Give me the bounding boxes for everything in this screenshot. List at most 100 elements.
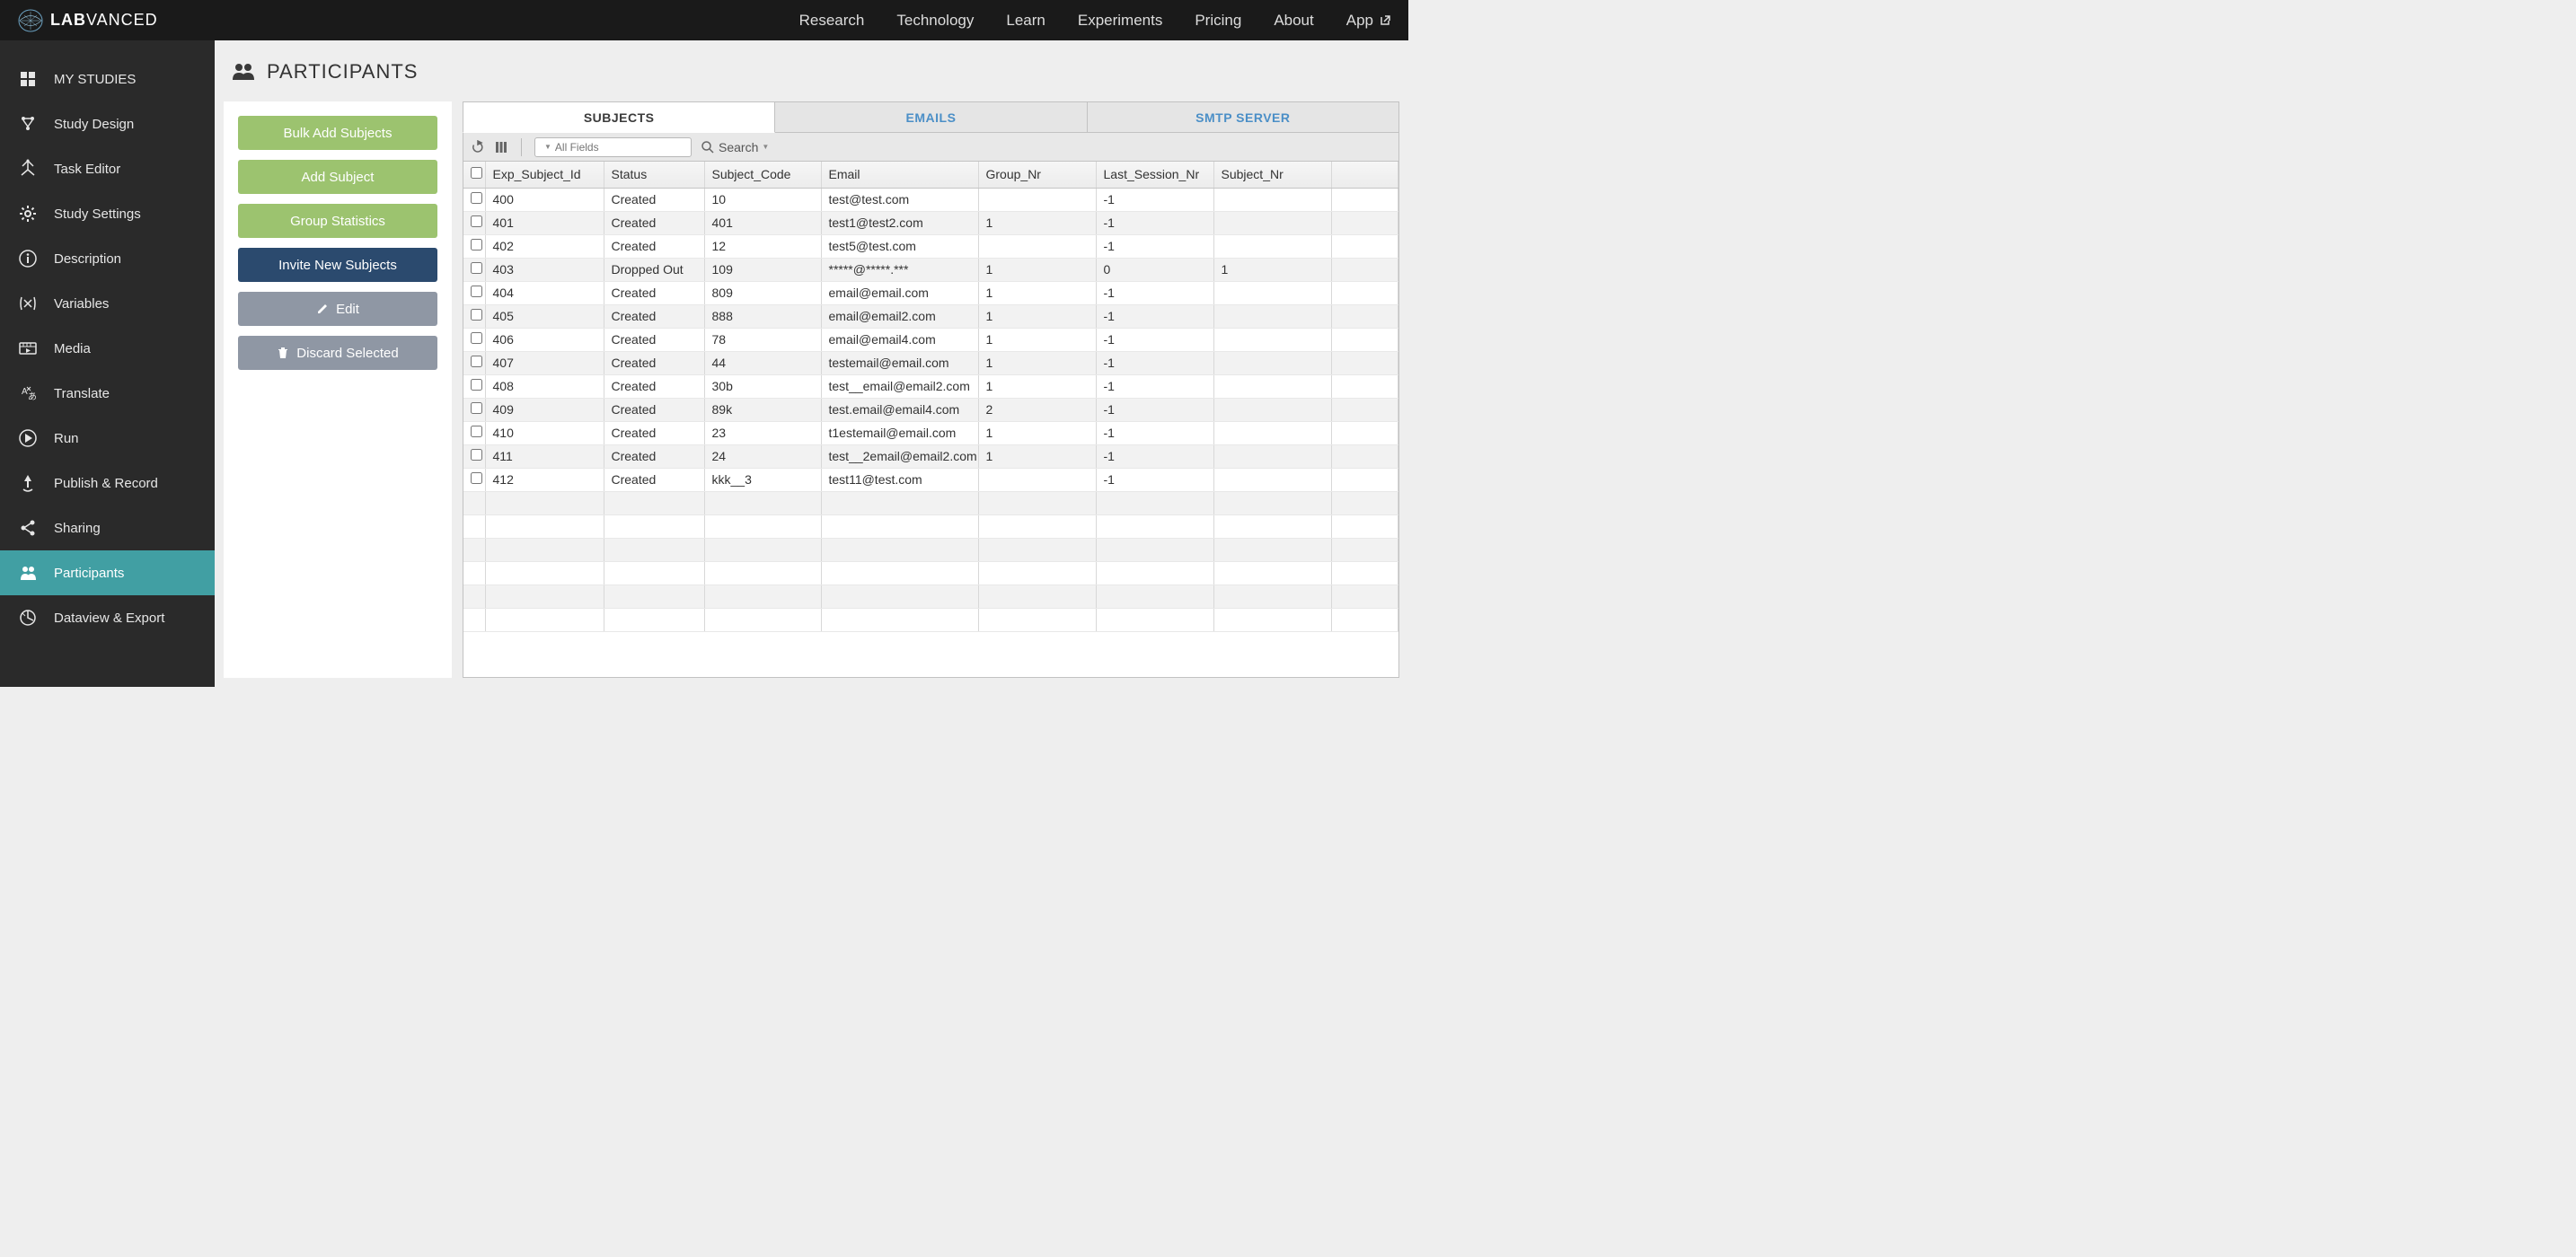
column-header[interactable]: Subject_Nr (1213, 162, 1331, 188)
columns-icon[interactable] (494, 140, 508, 154)
discard-selected-button[interactable]: Discard Selected (238, 336, 437, 370)
topnav-app[interactable]: App (1346, 12, 1390, 30)
subjects-grid[interactable]: Exp_Subject_IdStatusSubject_CodeEmailGro… (463, 162, 1399, 678)
sidebar-item-media[interactable]: Media (0, 326, 215, 371)
edit-button[interactable]: Edit (238, 292, 437, 326)
table-row[interactable]: 410Created23t1estemail@email.com1-1 (463, 421, 1398, 444)
logo[interactable]: LABVANCED (18, 9, 158, 32)
sidebar-item-description[interactable]: Description (0, 236, 215, 281)
cell-group: 1 (978, 211, 1096, 234)
tab-subjects[interactable]: SUBJECTS (463, 101, 775, 133)
invite-new-subjects-button[interactable]: Invite New Subjects (238, 248, 437, 282)
cell-email: test1@test2.com (821, 211, 978, 234)
topnav-research[interactable]: Research (799, 12, 865, 30)
row-checkbox[interactable] (471, 449, 482, 461)
cell-status: Created (604, 188, 704, 211)
sidebar-item-participants[interactable]: Participants (0, 550, 215, 595)
cell-status: Created (604, 304, 704, 328)
sidebar-item-study-design[interactable]: Study Design (0, 101, 215, 146)
row-checkbox[interactable] (471, 426, 482, 437)
sidebar-item-run[interactable]: Run (0, 416, 215, 461)
sidebar-item-label: Media (54, 341, 91, 356)
table-row[interactable]: 403Dropped Out109*****@*****.***101 (463, 258, 1398, 281)
search-box[interactable]: ▼ (534, 137, 692, 157)
cell-status: Created (604, 328, 704, 351)
sidebar-item-translate[interactable]: AあTranslate (0, 371, 215, 416)
trash-icon (277, 347, 289, 359)
table-row[interactable]: 400Created10test@test.com-1 (463, 188, 1398, 211)
add-subject-button[interactable]: Add Subject (238, 160, 437, 194)
topnav-experiments[interactable]: Experiments (1078, 12, 1162, 30)
row-checkbox[interactable] (471, 356, 482, 367)
cell-status: Created (604, 444, 704, 468)
cell-group (978, 468, 1096, 491)
table-row[interactable]: 407Created44testemail@email.com1-1 (463, 351, 1398, 374)
tab-smtp-server[interactable]: SMTP SERVER (1088, 101, 1399, 133)
sidebar-item-task-editor[interactable]: Task Editor (0, 146, 215, 191)
search-trigger[interactable]: Search ▼ (701, 140, 769, 154)
column-header[interactable]: Subject_Code (704, 162, 821, 188)
sidebar-item-study-settings[interactable]: Study Settings (0, 191, 215, 236)
table-toolbar: ▼ Search ▼ (463, 133, 1399, 162)
top-nav: Research Technology Learn Experiments Pricin… (799, 12, 1390, 30)
tab-emails[interactable]: EMAILS (775, 101, 1087, 133)
row-checkbox[interactable] (471, 192, 482, 204)
column-header[interactable]: Email (821, 162, 978, 188)
row-checkbox[interactable] (471, 262, 482, 274)
sidebar-item-label: Publish & Record (54, 476, 158, 491)
row-checkbox[interactable] (471, 379, 482, 391)
participants-icon (231, 62, 256, 82)
row-checkbox[interactable] (471, 239, 482, 251)
table-row[interactable]: 411Created24test__2email@email2.com1-1 (463, 444, 1398, 468)
cell-last: -1 (1096, 398, 1213, 421)
row-checkbox[interactable] (471, 286, 482, 297)
svg-text:A: A (22, 387, 28, 397)
table-row[interactable]: 401Created401test1@test2.com1-1 (463, 211, 1398, 234)
row-checkbox[interactable] (471, 332, 482, 344)
table-row[interactable]: 406Created78email@email4.com1-1 (463, 328, 1398, 351)
cell-code: 12 (704, 234, 821, 258)
row-checkbox[interactable] (471, 215, 482, 227)
sidebar-item-label: Variables (54, 296, 109, 312)
topnav-technology[interactable]: Technology (896, 12, 974, 30)
cell-subjnr (1213, 468, 1331, 491)
column-header[interactable]: Last_Session_Nr (1096, 162, 1213, 188)
page-header: PARTICIPANTS (215, 40, 1408, 101)
row-checkbox[interactable] (471, 472, 482, 484)
column-header[interactable]: Status (604, 162, 704, 188)
cell-last: -1 (1096, 234, 1213, 258)
row-checkbox[interactable] (471, 309, 482, 321)
table-row[interactable]: 402Created12test5@test.com-1 (463, 234, 1398, 258)
topnav-pricing[interactable]: Pricing (1195, 12, 1241, 30)
cell-code: kkk__3 (704, 468, 821, 491)
table-row[interactable]: 405Created888email@email2.com1-1 (463, 304, 1398, 328)
sidebar-item-sharing[interactable]: Sharing (0, 505, 215, 550)
table-row-empty (463, 514, 1398, 538)
cell-group (978, 234, 1096, 258)
search-icon (701, 140, 715, 154)
table-row[interactable]: 408Created30btest__email@email2.com1-1 (463, 374, 1398, 398)
sidebar-item-my-studies[interactable]: MY STUDIES (0, 57, 215, 101)
sidebar-item-dataview-export[interactable]: Dataview & Export (0, 595, 215, 640)
cell-id: 400 (485, 188, 604, 211)
table-row[interactable]: 412Createdkkk__3test11@test.com-1 (463, 468, 1398, 491)
row-checkbox[interactable] (471, 402, 482, 414)
cell-status: Created (604, 398, 704, 421)
sidebar-item-publish-record[interactable]: Publish & Record (0, 461, 215, 505)
group-statistics-button[interactable]: Group Statistics (238, 204, 437, 238)
cell-status: Created (604, 351, 704, 374)
topnav-about[interactable]: About (1274, 12, 1313, 30)
cell-email: test@test.com (821, 188, 978, 211)
column-header[interactable]: Exp_Subject_Id (485, 162, 604, 188)
table-row[interactable]: 404Created809email@email.com1-1 (463, 281, 1398, 304)
column-header[interactable]: Group_Nr (978, 162, 1096, 188)
refresh-icon[interactable] (471, 140, 485, 154)
pencil-icon (316, 303, 329, 315)
sidebar-item-variables[interactable]: Variables (0, 281, 215, 326)
bulk-add-subjects-button[interactable]: Bulk Add Subjects (238, 116, 437, 150)
select-all-checkbox[interactable] (471, 167, 482, 179)
search-input[interactable] (555, 141, 694, 154)
topnav-learn[interactable]: Learn (1006, 12, 1045, 30)
cell-email: email@email.com (821, 281, 978, 304)
table-row[interactable]: 409Created89ktest.email@email4.com2-1 (463, 398, 1398, 421)
